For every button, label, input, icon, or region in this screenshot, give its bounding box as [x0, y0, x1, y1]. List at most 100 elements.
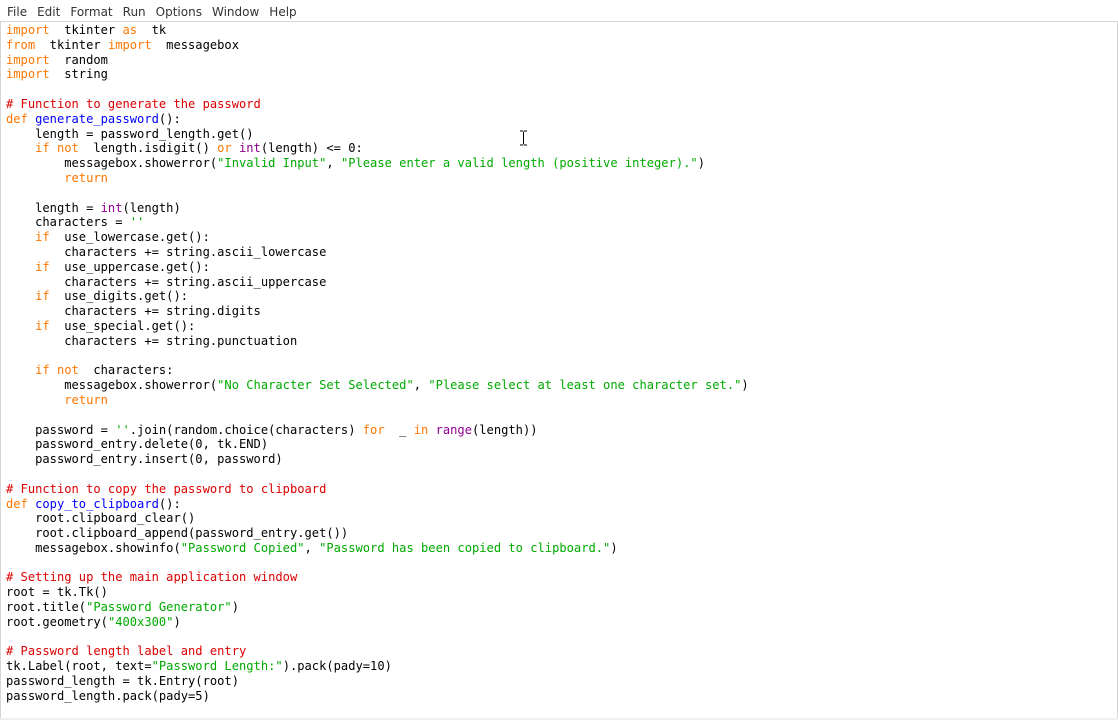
code-token: "Please enter a valid length (positive i… [340, 156, 698, 171]
code-line: password_entry.insert(0, password) [6, 452, 749, 467]
code-line: if use_uppercase.get(): [6, 260, 749, 275]
code-token: import [6, 23, 50, 37]
code-line: messagebox.showinfo("Password Copied", "… [6, 541, 749, 556]
code-token: ).pack(pady=10) [282, 659, 392, 674]
code-token: characters += string.ascii_lowercase [6, 244, 327, 259]
code-token: if [35, 259, 50, 274]
code-token: length = [6, 200, 101, 215]
code-token: ) [173, 614, 181, 629]
code-token: (): [158, 111, 181, 126]
menu-edit[interactable]: Edit [32, 0, 65, 22]
code-token: , [326, 156, 341, 171]
code-token: string [49, 67, 108, 82]
menu-options[interactable]: Options [151, 0, 207, 22]
code-line: root.title("Password Generator") [6, 600, 749, 615]
code-editor[interactable]: import tkinter as tk from tkinter import … [0, 21, 1118, 719]
code-token: ) [610, 540, 618, 555]
code-token: use_digits.get(): [49, 289, 189, 304]
code-token: (length) <= 0: [260, 141, 363, 156]
code-token: # Password length label and entry [6, 644, 247, 659]
code-line: # Setting up the main application window [6, 570, 749, 585]
code-token: def [6, 496, 28, 511]
code-line: tk.Label(root, text="Password Length:").… [6, 659, 749, 674]
menu-format[interactable]: Format [65, 0, 117, 22]
code-line: return [6, 393, 749, 408]
code-line: return [6, 171, 749, 186]
code-token: characters: [78, 363, 174, 378]
code-token: if [35, 318, 50, 333]
code-token: use_lowercase.get(): [49, 230, 210, 245]
code-token: if not [35, 363, 79, 378]
code-text-area[interactable]: import tkinter as tk from tkinter import … [6, 23, 749, 704]
code-line: import string [6, 67, 749, 82]
code-token: , [413, 378, 429, 393]
code-line: characters += string.digits [6, 304, 749, 319]
code-token: return [64, 392, 108, 407]
code-token: # Function to copy the password to clipb… [6, 481, 327, 496]
code-token: # Setting up the main application window [6, 570, 298, 585]
code-line: password_length = tk.Entry(root) [6, 674, 749, 689]
menu-run[interactable]: Run [118, 0, 151, 22]
code-line: def generate_password(): [6, 112, 749, 127]
code-token: , [304, 540, 320, 555]
code-token: '' [129, 215, 145, 230]
code-line: if use_digits.get(): [6, 289, 749, 304]
code-token: use_uppercase.get(): [49, 259, 210, 274]
code-line: root.geometry("400x300") [6, 615, 749, 630]
code-token: characters = [6, 215, 130, 230]
code-token: password_length.pack(pady=5) [6, 688, 210, 703]
code-token: messagebox.showinfo( [6, 540, 181, 555]
code-token: for [362, 422, 385, 437]
menu-window[interactable]: Window [207, 0, 264, 22]
code-token: password_length = tk.Entry(root) [6, 674, 239, 689]
code-line: messagebox.showerror("Invalid Input", "P… [6, 156, 749, 171]
code-line: import tkinter as tk [6, 23, 749, 38]
menu-file[interactable]: File [2, 0, 32, 22]
code-line: if not length.isdigit() or int(length) <… [6, 141, 749, 156]
code-line: characters = '' [6, 215, 749, 230]
code-token: "Password Copied" [180, 540, 305, 555]
code-token: int [100, 200, 123, 215]
code-token: int [239, 141, 261, 156]
code-line: # Password length label and entry [6, 644, 749, 659]
code-token: "Password Length:" [151, 659, 283, 674]
code-token: use_special.get(): [49, 318, 196, 333]
code-token: messagebox [151, 37, 239, 52]
code-token: tk.Label(root, text= [6, 659, 152, 674]
code-token: '' [115, 422, 130, 437]
code-token: import [6, 67, 50, 82]
code-line: root = tk.Tk() [6, 585, 749, 600]
code-token: ) [741, 378, 749, 393]
i-beam-cursor-icon [520, 130, 527, 146]
code-token: "Please select at least one character se… [428, 378, 742, 393]
code-line: characters += string.punctuation [6, 334, 749, 349]
code-token: root.geometry( [6, 614, 108, 629]
code-token: # Function to generate the password [6, 96, 261, 111]
code-line: password_length.pack(pady=5) [6, 689, 749, 704]
menu-help[interactable]: Help [264, 0, 301, 22]
code-line: import random [6, 53, 749, 68]
code-token: root.title( [6, 600, 87, 615]
code-line: password = ''.join(random.choice(charact… [6, 423, 749, 438]
code-token: import [107, 37, 152, 52]
code-token: .join(random.choice(characters) [129, 422, 363, 437]
code-token: (length) [122, 200, 181, 215]
code-line: length = password_length.get() [6, 127, 749, 142]
code-token: from [6, 37, 36, 52]
code-token: tkinter [35, 37, 108, 52]
code-line: root.clipboard_append(password_entry.get… [6, 526, 749, 541]
code-token: if not [35, 141, 79, 156]
code-token: root.clipboard_append(password_entry.get… [6, 526, 349, 541]
